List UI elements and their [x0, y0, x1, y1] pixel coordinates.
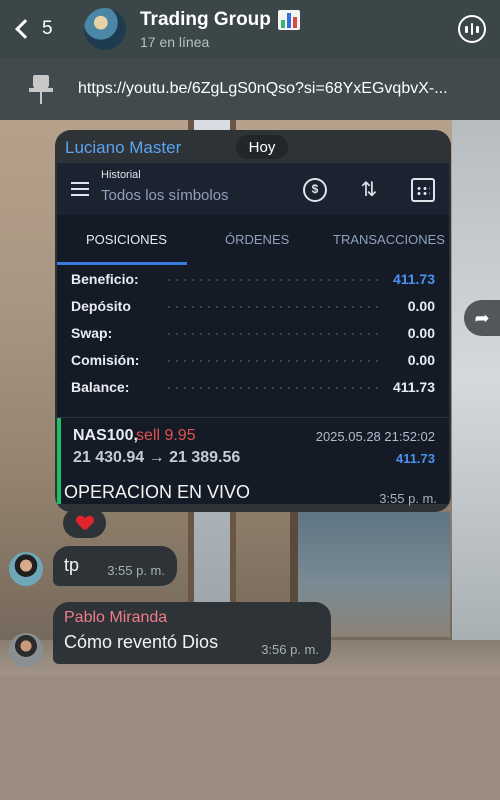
- row-label: Swap:: [71, 324, 113, 341]
- tab-transactions: TRANSACCIONES: [333, 232, 445, 247]
- forward-button[interactable]: ➦: [464, 300, 500, 336]
- bottom-area: [0, 675, 500, 800]
- row-label: Balance:: [71, 378, 130, 395]
- avatar[interactable]: [9, 633, 43, 667]
- message-caption: OPERACION EN VIVO: [64, 482, 251, 502]
- online-count: 17 en línea: [140, 33, 210, 50]
- row-value: 0.00: [407, 297, 435, 314]
- message-bubble-tp[interactable]: tp 3:55 p. m.: [53, 546, 177, 586]
- pinned-message-text: https://youtu.be/6ZgLgS0nQso?si=68YxEGvq…: [78, 80, 448, 97]
- date-pill: Hoy: [236, 135, 288, 159]
- unread-count: 5: [42, 18, 53, 39]
- message-text: Cómo reventó Dios: [64, 632, 219, 652]
- heart-icon: [77, 516, 93, 530]
- message-time: 3:55 p. m.: [107, 563, 165, 578]
- tab-orders: ÓRDENES: [225, 232, 290, 247]
- sort-icon: ⇅: [360, 179, 378, 201]
- summary-row-balance: Balance: 411.73: [57, 373, 449, 400]
- row-value: 0.00: [407, 324, 435, 341]
- row-label: Depósito: [71, 297, 131, 314]
- pinned-message-bar[interactable]: https://youtu.be/6ZgLgS0nQso?si=68YxEGvq…: [0, 58, 500, 120]
- screenshot-toolbar: Historial Todos los símbolos $ ⇅: [57, 163, 449, 215]
- back-button[interactable]: 5: [12, 18, 68, 40]
- pin-icon: [24, 72, 58, 106]
- message-time: 3:55 p. m.: [379, 491, 437, 506]
- chevron-left-icon: [15, 19, 35, 39]
- voice-chat-icon[interactable]: [458, 15, 486, 43]
- group-avatar[interactable]: [84, 8, 126, 50]
- screenshot-tabs: POSICIONES ÓRDENES TRANSACCIONES: [57, 215, 449, 265]
- summary-row-commission: Comisión: 0.00: [57, 346, 449, 373]
- symbols-filter: Todos los símbolos: [101, 187, 229, 204]
- deal-time: 2025.05.28 21:52:02: [315, 429, 435, 444]
- calendar-icon: [411, 178, 435, 202]
- message-time: 3:56 p. m.: [261, 642, 319, 657]
- deal-symbol: NAS100,: [73, 427, 138, 444]
- message-bubble-pablo[interactable]: Pablo Miranda Cómo reventó Dios 3:56 p. …: [53, 602, 331, 664]
- row-value: 0.00: [407, 351, 435, 368]
- summary-row-deposit: Depósito 0.00: [57, 292, 449, 319]
- group-title-text: Trading Group: [140, 8, 271, 30]
- summary-row-profit: Beneficio: 411.73: [57, 265, 449, 292]
- summary-row-swap: Swap: 0.00: [57, 319, 449, 346]
- header-title-block[interactable]: Trading Group 17 en línea: [140, 9, 300, 50]
- chat-header: 5 Trading Group 17 en línea: [0, 0, 500, 58]
- avatar[interactable]: [9, 552, 43, 586]
- group-title: Trading Group: [140, 9, 300, 31]
- tab-positions: POSICIONES: [86, 232, 167, 247]
- deal-prices: 21 430.94 → 21 389.56: [73, 449, 241, 466]
- menu-icon: [71, 182, 89, 196]
- forward-icon: ➦: [474, 307, 490, 328]
- row-value: 411.73: [392, 378, 435, 395]
- history-label: Historial: [101, 169, 141, 181]
- deal-side: sell 9.95: [136, 427, 196, 444]
- deal-profit: 411.73: [395, 451, 435, 466]
- sender-name[interactable]: Pablo Miranda: [64, 609, 167, 627]
- trading-screenshot-image[interactable]: Historial Todos los símbolos $ ⇅ POSICIO…: [57, 163, 449, 504]
- row-value: 411.73: [392, 270, 435, 287]
- reaction-heart[interactable]: [63, 508, 106, 538]
- row-label: Beneficio:: [71, 270, 139, 287]
- row-label: Comisión:: [71, 351, 140, 368]
- sender-name[interactable]: Luciano Master: [65, 138, 181, 158]
- message-text: tp: [64, 555, 80, 575]
- summary-rows: Beneficio: 411.73 Depósito 0.00 Swap: 0.…: [57, 265, 449, 400]
- message-bubble-screenshot[interactable]: Luciano Master Hoy Historial Todos los s…: [55, 130, 451, 512]
- wallpaper-window-sky: [452, 120, 500, 640]
- bar-chart-icon: [277, 9, 300, 30]
- currency-sync-icon: $: [303, 178, 327, 202]
